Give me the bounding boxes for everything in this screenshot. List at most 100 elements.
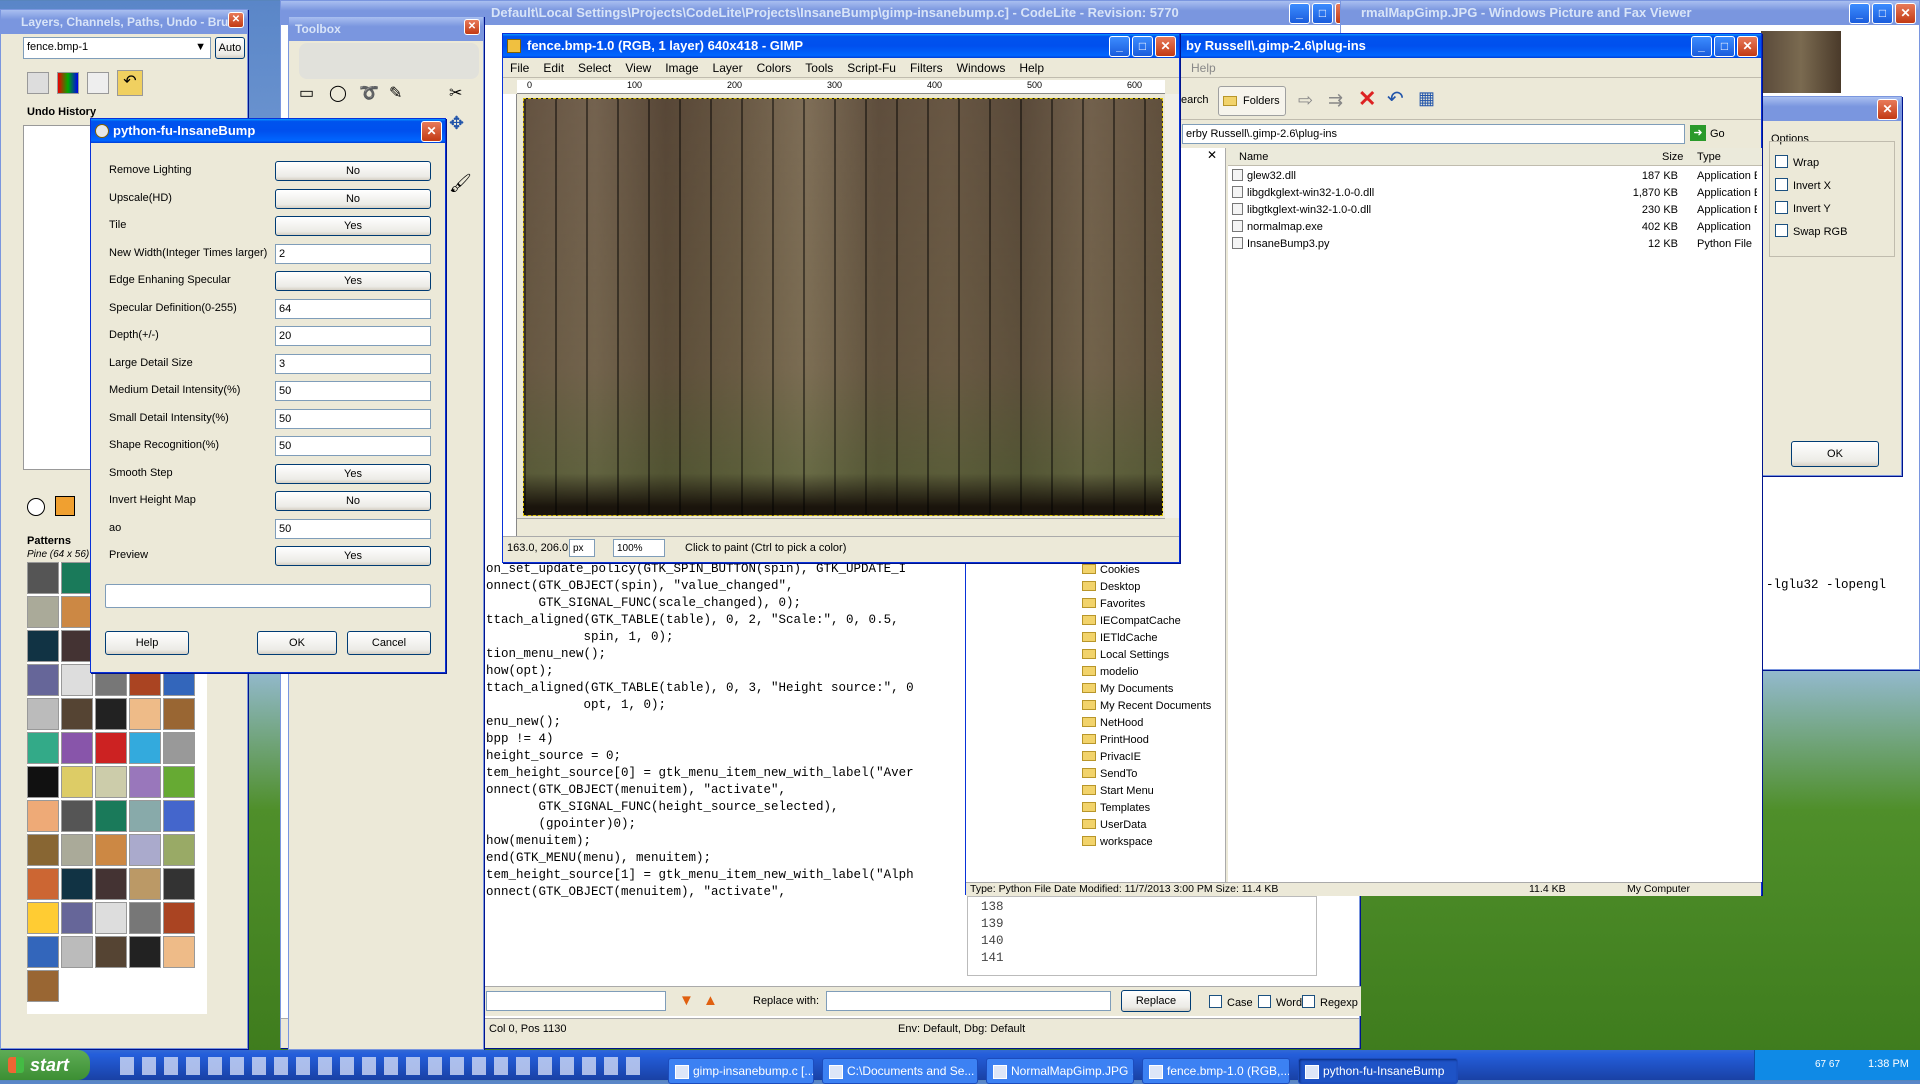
- pattern-swatch[interactable]: [27, 630, 59, 662]
- tree-item[interactable]: Cookies: [1066, 562, 1216, 579]
- param-toggle[interactable]: Yes: [275, 271, 431, 291]
- menu-image[interactable]: Image: [658, 58, 705, 78]
- menu-windows[interactable]: Windows: [950, 58, 1013, 78]
- tree-item[interactable]: IETldCache: [1066, 630, 1216, 647]
- folders-button[interactable]: Folders: [1218, 86, 1286, 116]
- pattern-swatch[interactable]: [61, 800, 93, 832]
- find-input[interactable]: [486, 991, 666, 1011]
- menu-select[interactable]: Select: [571, 58, 618, 78]
- go-icon[interactable]: ➜: [1690, 125, 1706, 141]
- menu-colors[interactable]: Colors: [750, 58, 799, 78]
- tree-item[interactable]: Favorites: [1066, 596, 1216, 613]
- param-input[interactable]: 20: [275, 326, 431, 346]
- pattern-swatch[interactable]: [163, 868, 195, 900]
- undo-icon[interactable]: ↶: [1387, 86, 1404, 111]
- pattern-swatch[interactable]: [95, 766, 127, 798]
- pattern-swatch[interactable]: [129, 868, 161, 900]
- param-input[interactable]: 50: [275, 381, 431, 401]
- param-toggle[interactable]: No: [275, 491, 431, 511]
- menu-scriptfu[interactable]: Script-Fu: [840, 58, 903, 78]
- tree-item[interactable]: modelio: [1066, 664, 1216, 681]
- menu-layer[interactable]: Layer: [706, 58, 750, 78]
- tree-item[interactable]: workspace: [1066, 834, 1216, 851]
- pattern-swatch[interactable]: [163, 732, 195, 764]
- pattern-swatch[interactable]: [27, 800, 59, 832]
- pattern-swatch[interactable]: [129, 732, 161, 764]
- folder-tree[interactable]: Cookies Desktop Favorites IECompatCache IETl…: [1066, 562, 1216, 851]
- param-input[interactable]: 64: [275, 298, 431, 319]
- pattern-swatch[interactable]: [27, 664, 59, 696]
- param-input[interactable]: 50: [275, 436, 431, 456]
- start-button[interactable]: start: [0, 1050, 90, 1080]
- cancel-button[interactable]: Cancel: [347, 631, 431, 655]
- close-icon[interactable]: ✕: [1877, 99, 1898, 120]
- close-icon[interactable]: ✕: [1737, 36, 1758, 57]
- word-option[interactable]: Word: [1258, 995, 1302, 1009]
- pattern-swatch[interactable]: [61, 630, 93, 662]
- find-prev-icon[interactable]: ▲: [703, 992, 718, 1009]
- pattern-swatch[interactable]: [163, 936, 195, 968]
- address-bar[interactable]: erby Russell\.gimp-2.6\plug-ins: [1182, 124, 1685, 144]
- pattern-swatch[interactable]: [27, 902, 59, 934]
- taskbar-item-gimp[interactable]: fence.bmp-1.0 (RGB,...: [1142, 1058, 1290, 1084]
- taskbar-item-codelite[interactable]: gimp-insanebump.c [...: [668, 1058, 814, 1084]
- copy-to-icon[interactable]: ⇉: [1328, 90, 1343, 111]
- minimize-icon[interactable]: _: [1109, 36, 1130, 57]
- pattern-swatch[interactable]: [61, 902, 93, 934]
- pattern-swatch[interactable]: [61, 596, 93, 628]
- pattern-swatch[interactable]: [61, 664, 93, 696]
- vertical-scrollbar[interactable]: [1165, 94, 1179, 518]
- param-toggle[interactable]: Yes: [275, 546, 431, 566]
- pattern-swatch[interactable]: [61, 766, 93, 798]
- ok-button[interactable]: OK: [257, 631, 337, 655]
- pattern-swatch[interactable]: [129, 698, 161, 730]
- pattern-swatch[interactable]: [27, 732, 59, 764]
- move-to-icon[interactable]: ⇨: [1298, 90, 1313, 111]
- maximize-icon[interactable]: □: [1872, 3, 1893, 24]
- maximize-icon[interactable]: □: [1132, 36, 1153, 57]
- image-canvas[interactable]: [523, 98, 1163, 516]
- tree-item[interactable]: NetHood: [1066, 715, 1216, 732]
- pattern-swatch[interactable]: [61, 936, 93, 968]
- column-name[interactable]: Name: [1239, 151, 1268, 163]
- param-toggle[interactable]: Yes: [275, 216, 431, 236]
- layers-tab-icon[interactable]: [27, 72, 49, 94]
- help-button[interactable]: Help: [105, 631, 189, 655]
- lasso-icon[interactable]: ➰: [359, 83, 379, 103]
- menu-help[interactable]: Help: [1012, 58, 1051, 78]
- taskbar-item-insanebump[interactable]: python-fu-InsaneBump: [1298, 1058, 1458, 1084]
- param-toggle[interactable]: Yes: [275, 463, 431, 484]
- rect-select-icon[interactable]: ▭: [299, 83, 314, 103]
- param-input[interactable]: 3: [275, 353, 431, 374]
- channels-tab-icon[interactable]: [57, 72, 79, 94]
- close-icon[interactable]: ✕: [1895, 3, 1916, 24]
- param-input[interactable]: 50: [275, 408, 431, 429]
- pattern-swatch[interactable]: [27, 766, 59, 798]
- pattern-swatch[interactable]: [61, 732, 93, 764]
- menu-edit[interactable]: Edit: [536, 58, 571, 78]
- go-button[interactable]: Go: [1710, 128, 1725, 140]
- close-icon[interactable]: ✕: [1155, 36, 1176, 57]
- pattern-swatch[interactable]: [163, 902, 195, 934]
- param-toggle[interactable]: No: [275, 161, 431, 181]
- menu-file[interactable]: File: [503, 58, 536, 78]
- undo-tab-icon[interactable]: ↶: [117, 70, 143, 96]
- replace-input[interactable]: [826, 991, 1111, 1011]
- param-input[interactable]: 2: [275, 243, 431, 264]
- pattern-swatch[interactable]: [129, 936, 161, 968]
- pattern-swatch[interactable]: [129, 800, 161, 832]
- taskbar-item-explorer[interactable]: C:\Documents and Se...: [822, 1058, 978, 1084]
- pattern-swatch[interactable]: [27, 562, 59, 594]
- file-row[interactable]: libgdkglext-win32-1.0-0.dll 1,870 KB Appli…: [1232, 185, 1762, 202]
- menu-filters[interactable]: Filters: [903, 58, 950, 78]
- pencil-icon[interactable]: ✎: [389, 83, 402, 103]
- file-row[interactable]: normalmap.exe 402 KB Application: [1232, 219, 1762, 236]
- pattern-swatch[interactable]: [163, 766, 195, 798]
- pattern-swatch[interactable]: [129, 902, 161, 934]
- taskbar-item-picviewer[interactable]: NormalMapGimp.JPG ...: [986, 1058, 1134, 1084]
- image-select[interactable]: fence.bmp-1 ▼: [23, 37, 211, 59]
- invert-x-checkbox[interactable]: Invert X: [1775, 178, 1831, 192]
- invert-y-checkbox[interactable]: Invert Y: [1775, 201, 1831, 215]
- minimize-icon[interactable]: _: [1289, 3, 1310, 24]
- pattern-swatch[interactable]: [27, 834, 59, 866]
